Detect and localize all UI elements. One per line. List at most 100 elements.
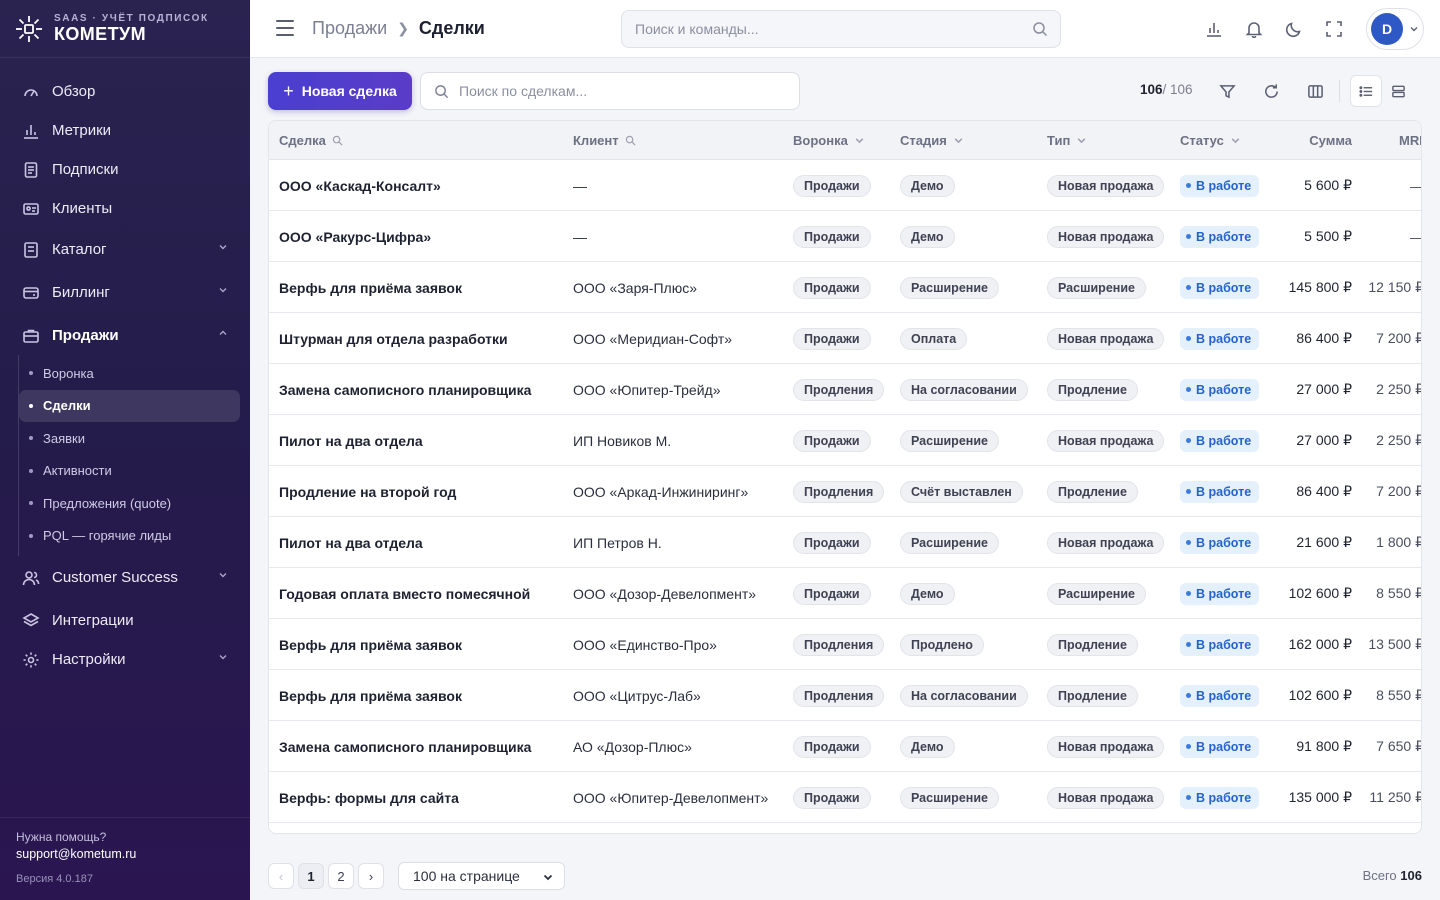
- analytics-icon[interactable]: [1194, 9, 1234, 49]
- funnel-badge: Продажи: [793, 276, 871, 299]
- sidebar-item-customer-success[interactable]: Customer Success: [0, 558, 250, 597]
- deal-search-input[interactable]: Поиск по сделкам...: [420, 72, 800, 110]
- table-row[interactable]: Верфь: формы для сайта ООО «Юпитер-Девело…: [269, 772, 1421, 823]
- stage-badge: Оплата: [900, 327, 968, 350]
- table-row[interactable]: Штурман для отдела разработки ООО «Мериди…: [269, 313, 1421, 364]
- stage-badge: Демо: [900, 174, 955, 197]
- table-row[interactable]: Верфь для приёма заявок ООО «Заря-Плюс» Пр…: [269, 262, 1421, 313]
- cell-deal[interactable]: Верфь: формы для сайта: [279, 772, 459, 823]
- moon-icon[interactable]: [1274, 9, 1314, 49]
- cell-deal[interactable]: ООО «Ракурс-Цифра»: [279, 211, 431, 262]
- cell-client: ООО «Единство-Про»: [573, 619, 717, 670]
- prev-page-button[interactable]: ‹: [268, 863, 294, 889]
- cell-deal[interactable]: Верфь для приёма заявок: [279, 619, 462, 670]
- sidebar-item-settings[interactable]: Настройки: [0, 640, 250, 679]
- cell-mrr: 12 150 ₽: [1368, 262, 1421, 313]
- cell-deal[interactable]: Пилот на два отдела: [279, 415, 423, 466]
- sidebar-subitem-requests[interactable]: Заявки: [19, 422, 240, 455]
- records-total: / 106: [1162, 82, 1193, 97]
- column-header-client[interactable]: Клиент: [573, 121, 636, 160]
- chevron-down-icon: [1231, 138, 1240, 144]
- table-row[interactable]: Замена самописного планировщика ООО «Юпит…: [269, 364, 1421, 415]
- page-button-1[interactable]: 1: [298, 863, 324, 889]
- table-row[interactable]: Пилот на два отдела ИП Новиков М. Продажи Р…: [269, 415, 1421, 466]
- sidebar-subitem-quotes[interactable]: Предложения (quote): [19, 487, 240, 520]
- sidebar-item-integrations[interactable]: Интеграции: [0, 601, 250, 640]
- brand[interactable]: SAAS · УЧЁТ ПОДПИСОК КОМЕТУМ: [0, 0, 250, 58]
- table-row[interactable]: Продление на второй год ООО «Аркад-Инжини…: [269, 466, 1421, 517]
- cell-stage: Счёт выставлен: [900, 466, 1023, 517]
- table-row[interactable]: ООО «Каскад-Консалт» — Продажи Демо Новая пр…: [269, 160, 1421, 211]
- sidebar-item-clients[interactable]: Клиенты: [0, 189, 250, 228]
- cell-type: Продление: [1047, 466, 1138, 517]
- table-row[interactable]: ООО «Ракурс-Цифра» — Продажи Демо Новая прод…: [269, 211, 1421, 262]
- global-search-input[interactable]: Поиск и команды...: [621, 10, 1061, 48]
- cell-type: Продление: [1047, 670, 1138, 721]
- page-button-2[interactable]: 2: [328, 863, 354, 889]
- menu-icon[interactable]: [276, 20, 294, 36]
- user-menu[interactable]: D: [1366, 8, 1424, 50]
- column-header-deal[interactable]: Сделка: [279, 121, 343, 160]
- cell-deal[interactable]: Годовая оплата вместо помесячной: [279, 568, 530, 619]
- cell-deal[interactable]: ООО «Каскад-Консалт»: [279, 160, 441, 211]
- client-name: ООО «Юпитер-Трейд»: [573, 381, 721, 398]
- columns-icon[interactable]: [1303, 79, 1327, 103]
- cell-client: ООО «Дозор-Девелопмент»: [573, 568, 756, 619]
- sidebar-item-overview[interactable]: Обзор: [0, 72, 250, 111]
- table-row[interactable]: Замена самописного планировщика АО «Дозор…: [269, 721, 1421, 772]
- avatar: D: [1371, 13, 1403, 45]
- table-row[interactable]: Пилот на два отдела ИП Петров Н. Продажи Ра…: [269, 517, 1421, 568]
- next-page-button[interactable]: ›: [358, 863, 384, 889]
- filter-icon[interactable]: [1215, 79, 1239, 103]
- bell-icon[interactable]: [1234, 9, 1274, 49]
- column-header-type[interactable]: Тип: [1047, 121, 1087, 160]
- cell-funnel: Продления: [793, 619, 885, 670]
- stage-badge: Демо: [900, 225, 955, 248]
- version-text: Версия 4.0.187: [16, 873, 93, 885]
- search-icon[interactable]: [625, 135, 636, 146]
- amount-value: 27 000 ₽: [1296, 432, 1352, 448]
- support-email-link[interactable]: support@kometum.ru: [16, 847, 234, 861]
- breadcrumb-parent[interactable]: Продажи: [312, 18, 387, 39]
- fullscreen-icon[interactable]: [1314, 9, 1354, 49]
- refresh-icon[interactable]: [1259, 79, 1283, 103]
- sidebar-subitem-deals[interactable]: Сделки: [19, 389, 240, 422]
- cell-deal[interactable]: Продление на второй год: [279, 466, 456, 517]
- sidebar-subitem-activities[interactable]: Активности: [19, 455, 240, 488]
- deal-name: ООО «Каскад-Консалт»: [279, 177, 441, 194]
- new-deal-button[interactable]: + Новая сделка: [268, 72, 412, 110]
- column-header-stage[interactable]: Стадия: [900, 121, 964, 160]
- cards-view-icon[interactable]: [1382, 75, 1414, 107]
- cell-amount: 86 400 ₽: [1232, 466, 1352, 517]
- cell-stage: На согласовании: [900, 364, 1028, 415]
- column-header-funnel[interactable]: Воронка: [793, 121, 865, 160]
- sidebar-item-subscriptions[interactable]: Подписки: [0, 150, 250, 189]
- client-name: ООО «Единство-Про»: [573, 636, 717, 653]
- amount-value: 102 600 ₽: [1288, 687, 1352, 703]
- cell-deal[interactable]: Верфь для приёма заявок: [279, 670, 462, 721]
- table-row[interactable]: Верфь для приёма заявок ООО «Цитрус-Лаб» П…: [269, 670, 1421, 721]
- list-view-icon[interactable]: [1350, 75, 1382, 107]
- sidebar-subitem-pql[interactable]: PQL — горячие лиды: [19, 520, 240, 553]
- sidebar-item-catalog[interactable]: Каталог: [0, 230, 250, 269]
- sidebar-item-metrics[interactable]: Метрики: [0, 111, 250, 150]
- column-header-status[interactable]: Статус: [1180, 121, 1241, 160]
- cell-deal[interactable]: Замена самописного планировщика: [279, 364, 531, 415]
- sidebar-subitem-funnel[interactable]: Воронка: [19, 357, 240, 390]
- cell-deal[interactable]: Верфь для приёма заявок: [279, 262, 462, 313]
- table-row[interactable]: Годовая оплата вместо помесячной ООО «Доз…: [269, 568, 1421, 619]
- cell-deal[interactable]: Пилот на два отдела: [279, 517, 423, 568]
- column-header-mrr[interactable]: MRR: [1399, 121, 1421, 160]
- type-badge: Расширение: [1047, 276, 1146, 299]
- cell-deal[interactable]: Штурман для отдела разработки: [279, 313, 508, 364]
- cell-amount: 145 800 ₽: [1232, 262, 1352, 313]
- per-page-select[interactable]: 100 на странице: [398, 862, 565, 890]
- cell-deal[interactable]: Замена самописного планировщика: [279, 721, 531, 772]
- client-name: ООО «Меридиан-Софт»: [573, 330, 733, 347]
- sidebar-item-sales[interactable]: Продажи: [0, 316, 250, 355]
- column-header-amount[interactable]: Сумма: [1279, 121, 1352, 160]
- sidebar-item-billing[interactable]: Биллинг: [0, 273, 250, 312]
- search-icon[interactable]: [332, 135, 343, 146]
- amount-value: 91 800 ₽: [1296, 738, 1352, 754]
- table-row[interactable]: Верфь для приёма заявок ООО «Единство-Про…: [269, 619, 1421, 670]
